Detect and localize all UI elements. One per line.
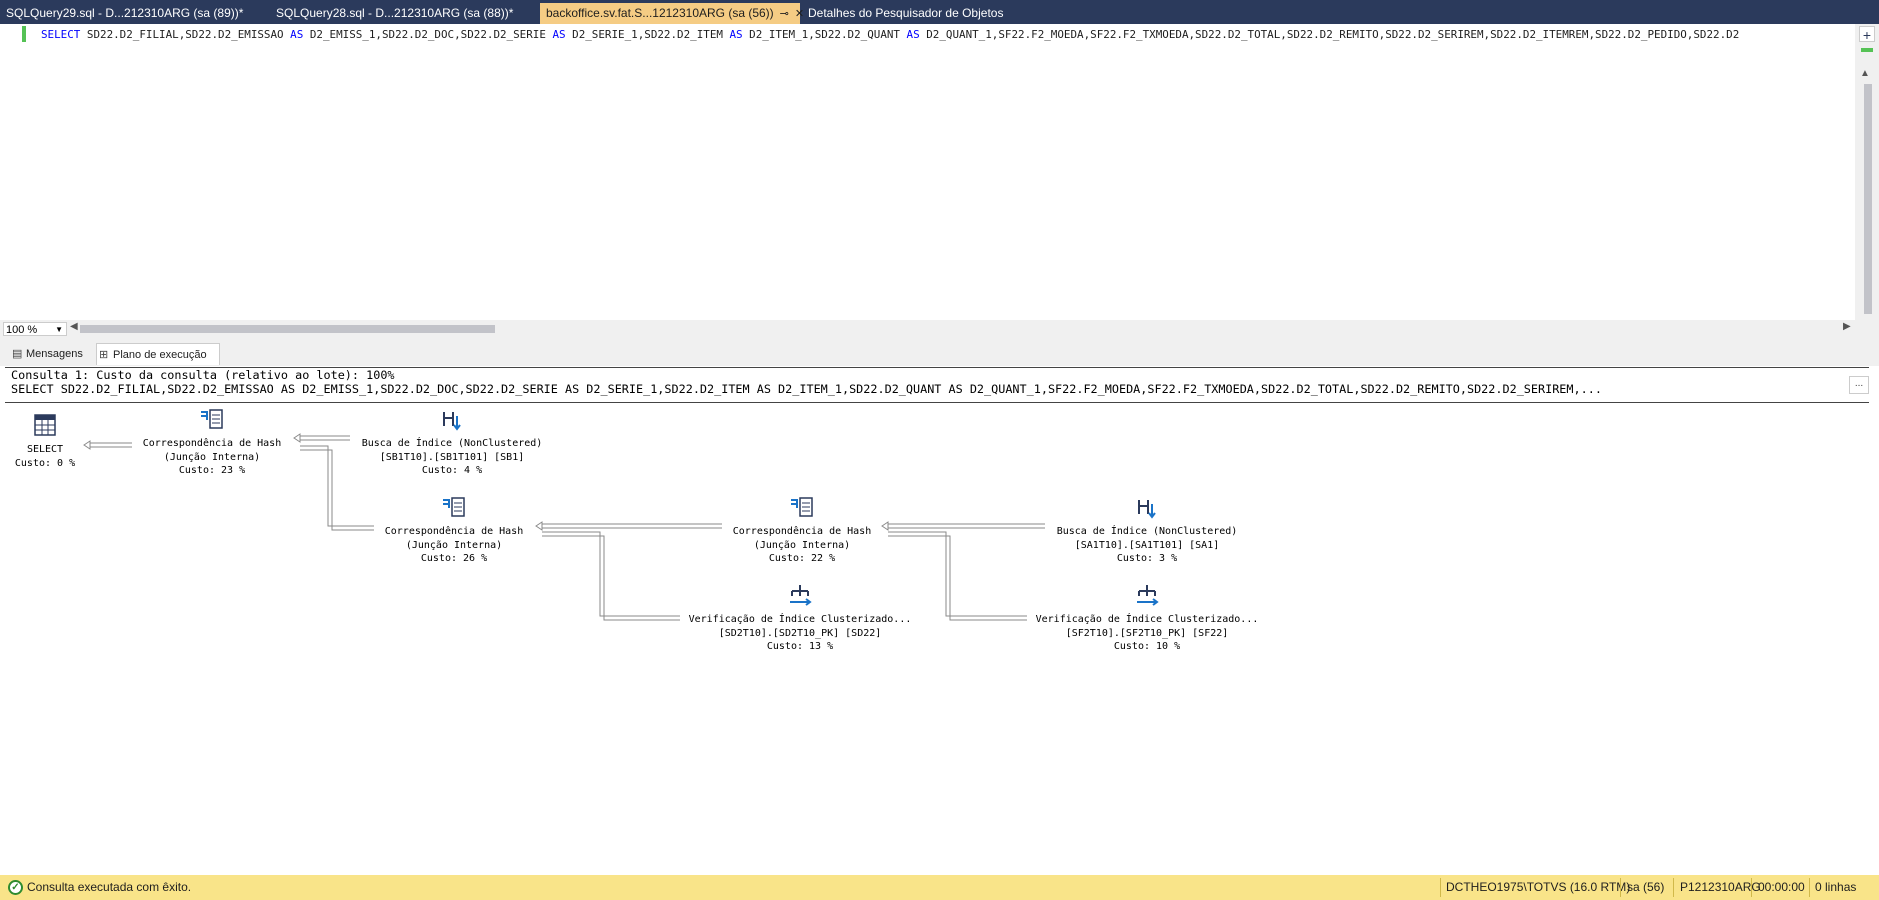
node-title: Verificação de Índice Clusterizado...: [1035, 614, 1259, 625]
sql-keyword: SELECT: [41, 28, 81, 41]
scroll-thumb[interactable]: [1864, 84, 1872, 314]
status-elapsed: 00:00:00: [1758, 880, 1805, 894]
execution-plan-icon: ⊞: [99, 349, 109, 361]
node-cost: Custo: 13 %: [766, 641, 834, 652]
editor-vertical-scrollbar[interactable]: + ▲ ▼: [1855, 24, 1879, 339]
tab-backoffice-query[interactable]: backoffice.sv.fat.S...1212310ARG (sa (56…: [540, 3, 804, 25]
scroll-right-icon[interactable]: ▶: [1843, 321, 1851, 332]
split-editor-icon[interactable]: +: [1859, 26, 1875, 43]
pin-icon[interactable]: ⊸: [780, 4, 789, 25]
tab-object-explorer-details[interactable]: Detalhes do Pesquisador de Objetos: [802, 3, 1038, 24]
plan-node-select[interactable]: SELECT Custo: 0 %: [8, 412, 82, 470]
success-check-icon: ✓: [8, 880, 23, 895]
node-title: Busca de Índice (NonClustered): [361, 438, 543, 449]
sql-keyword: AS: [906, 28, 920, 41]
node-cost: Custo: 3 %: [1116, 553, 1178, 564]
clustered-index-scan-icon: [1137, 585, 1159, 606]
plan-node-hash-match-2[interactable]: Correspondência de Hash (Junção Interna)…: [374, 494, 534, 566]
status-rows: 0 linhas: [1815, 880, 1857, 894]
node-subtitle: (Junção Interna): [753, 539, 851, 551]
node-cost: Custo: 0 %: [14, 457, 76, 469]
node-subtitle: (Junção Interna): [163, 451, 261, 463]
status-separator: [1673, 878, 1674, 897]
node-object: [SA1T10].[SA1T101] [SA1]: [1074, 539, 1220, 551]
node-title: Correspondência de Hash: [142, 438, 282, 449]
sql-token: D2_EMISS_1,SD22.D2_DOC,SD22.D2_SERIE: [303, 28, 553, 41]
node-title: Busca de Índice (NonClustered): [1056, 526, 1238, 537]
zoom-select[interactable]: 100 % ▼: [3, 322, 67, 336]
node-object: [SF2T10].[SF2T10_PK] [SF22]: [1065, 627, 1229, 639]
tab-label: SQLQuery28.sql - D...212310ARG (sa (88))…: [276, 6, 514, 20]
index-seek-icon: [443, 412, 461, 431]
status-separator: [1809, 878, 1810, 897]
clustered-index-scan-icon: [790, 585, 812, 606]
change-marker: [22, 26, 26, 42]
node-cost: Custo: 22 %: [768, 553, 836, 564]
hash-match-icon: [443, 497, 465, 517]
hash-match-icon: [201, 409, 223, 429]
tab-sqlquery29[interactable]: SQLQuery29.sql - D...212310ARG (sa (89))…: [0, 3, 266, 24]
plan-node-clustered-scan-sd2[interactable]: Verificação de Índice Clusterizado... [S…: [680, 582, 920, 654]
node-cost: Custo: 4 %: [421, 465, 483, 476]
status-separator: [1620, 878, 1621, 897]
status-separator: [1440, 878, 1441, 897]
status-separator: [1751, 878, 1752, 897]
sql-token: SD22.D2_FILIAL,SD22.D2_EMISSAO: [80, 28, 291, 41]
execution-plan-pane[interactable]: Consulta 1: Custo da consulta (relativo …: [0, 366, 1879, 871]
query-editor[interactable]: SELECT SD22.D2_FILIAL,SD22.D2_EMISSAO AS…: [0, 24, 1879, 320]
node-cost: Custo: 10 %: [1113, 641, 1181, 652]
tab-label: SQLQuery29.sql - D...212310ARG (sa (89))…: [6, 6, 244, 20]
scroll-up-icon[interactable]: ▲: [1860, 68, 1870, 79]
tab-messages[interactable]: ▤ Mensagens: [10, 343, 92, 365]
editor-horizontal-bar: 100 % ▼ ◀ ▶: [0, 320, 1879, 338]
tab-label: backoffice.sv.fat.S...1212310ARG (sa (56…: [546, 6, 774, 20]
index-seek-icon: [1138, 500, 1156, 519]
sql-keyword: AS: [552, 28, 566, 41]
plan-node-hash-match-1[interactable]: Correspondência de Hash (Junção Interna)…: [132, 406, 292, 478]
sql-keyword: AS: [729, 28, 743, 41]
sql-text[interactable]: SELECT SD22.D2_FILIAL,SD22.D2_EMISSAO AS…: [41, 28, 1853, 41]
tab-sqlquery28[interactable]: SQLQuery28.sql - D...212310ARG (sa (88))…: [270, 3, 538, 24]
node-object: [SB1T10].[SB1T101] [SB1]: [379, 451, 525, 463]
node-object: [SD2T10].[SD2T10_PK] [SD22]: [718, 627, 882, 639]
node-cost: Custo: 23 %: [178, 465, 246, 476]
status-user: sa (56): [1627, 880, 1665, 894]
hash-match-icon: [791, 497, 813, 517]
node-title: Verificação de Índice Clusterizado...: [688, 614, 912, 625]
plan-node-hash-match-3[interactable]: Correspondência de Hash (Junção Interna)…: [722, 494, 882, 566]
select-icon: [34, 414, 56, 436]
scroll-left-icon[interactable]: ◀: [70, 321, 78, 332]
node-title: SELECT: [26, 444, 64, 455]
node-title: Correspondência de Hash: [732, 526, 872, 537]
status-database: P1212310ARG: [1680, 880, 1761, 894]
results-tab-bar: ▤ Mensagens ⊞ Plano de execução: [0, 343, 1879, 367]
sql-token: D2_SERIE_1,SD22.D2_ITEM: [565, 28, 730, 41]
sql-token: D2_QUANT_1,SF22.F2_MOEDA,SF22.F2_TXMOEDA…: [919, 28, 1740, 41]
chevron-down-icon: ▼: [55, 325, 63, 334]
horizontal-scroll-thumb[interactable]: [80, 325, 495, 333]
tab-label: Plano de execução: [113, 349, 207, 361]
node-subtitle: (Junção Interna): [405, 539, 503, 551]
status-bar: ✓ Consulta executada com êxito. DCTHEO19…: [0, 875, 1879, 900]
plan-node-clustered-scan-sf2[interactable]: Verificação de Índice Clusterizado... [S…: [1027, 582, 1267, 654]
tab-label: Mensagens: [26, 348, 83, 360]
node-cost: Custo: 26 %: [420, 553, 488, 564]
plan-node-index-seek-sa1[interactable]: Busca de Índice (NonClustered) [SA1T10].…: [1045, 494, 1249, 566]
status-server: DCTHEO1975\TOTVS (16.0 RTM): [1446, 880, 1631, 894]
node-title: Correspondência de Hash: [384, 526, 524, 537]
sql-token: D2_ITEM_1,SD22.D2_QUANT: [742, 28, 907, 41]
sql-keyword: AS: [290, 28, 304, 41]
tab-label: Detalhes do Pesquisador de Objetos: [808, 6, 1004, 20]
scroll-change-indicator: [1861, 48, 1873, 52]
tab-execution-plan[interactable]: ⊞ Plano de execução: [96, 343, 220, 365]
messages-icon: ▤: [12, 348, 23, 360]
status-message: Consulta executada com êxito.: [27, 880, 192, 894]
plan-node-index-seek-sb1[interactable]: Busca de Índice (NonClustered) [SB1T10].…: [350, 406, 554, 478]
zoom-value: 100 %: [6, 324, 38, 336]
document-tab-bar: SQLQuery29.sql - D...212310ARG (sa (89))…: [0, 0, 1879, 24]
